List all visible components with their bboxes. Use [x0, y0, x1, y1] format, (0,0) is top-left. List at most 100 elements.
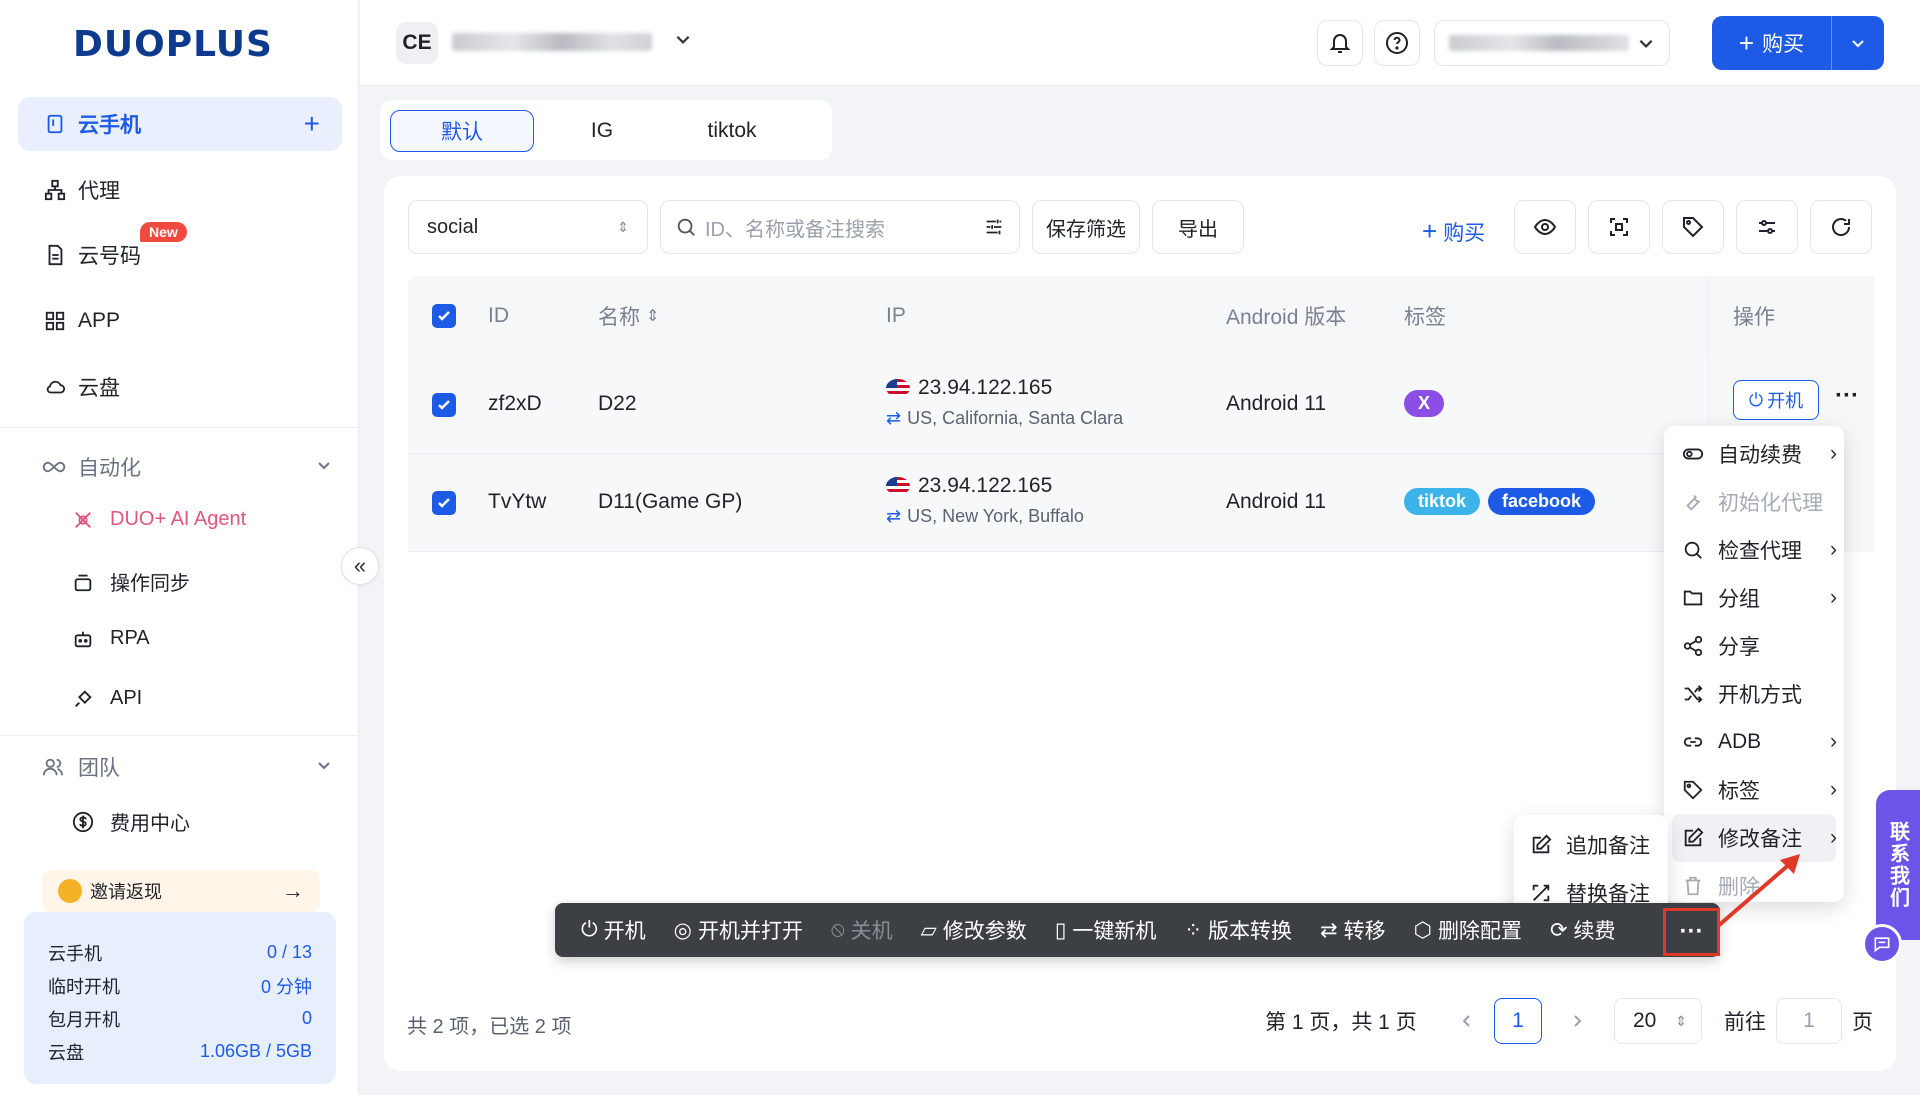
bulk-action-bar: ⏻ 开机 ◎ 开机并打开 ⦸ 关机 ▱ 修改参数 ▯ 一键新机 ⁘ 版本转换 ⇄ 转移 ⬡ 删除…	[555, 903, 1720, 957]
sidebar-item-billing[interactable]: 费用中心	[72, 807, 190, 836]
help-button[interactable]	[1374, 20, 1420, 66]
sidebar-item-proxy[interactable]: 代理	[18, 163, 342, 217]
sidebar-item-api[interactable]: API	[72, 687, 142, 710]
refresh-button[interactable]	[1810, 200, 1872, 254]
group-automation[interactable]: 自动化	[42, 452, 332, 482]
table-row[interactable]: zf2xD D22 23.94.122.165 ⇄ US, California,…	[408, 356, 1874, 454]
chevron-down-icon	[316, 755, 332, 779]
sidebar-item-cloud-phone[interactable]: 云手机 +	[18, 97, 342, 151]
menu-item-auto-renew[interactable]: 自动续费 ›	[1682, 434, 1837, 474]
sidebar-item-label: 费用中心	[110, 813, 190, 835]
page-size-select[interactable]: 20 ⇕	[1614, 998, 1702, 1044]
menu-item-adb[interactable]: ADB ›	[1682, 722, 1837, 762]
group-label: 团队	[78, 757, 120, 780]
sidebar-item-cloud-disk[interactable]: 云盘	[18, 360, 342, 414]
export-button[interactable]: 导出	[1152, 200, 1244, 254]
prev-page-button[interactable]	[1444, 998, 1490, 1044]
infinity-icon	[42, 456, 68, 478]
menu-item-init-proxy[interactable]: 初始化代理	[1682, 482, 1823, 522]
page-number-current[interactable]: 1	[1494, 998, 1542, 1044]
chat-icon[interactable]	[1862, 924, 1902, 964]
menu-item-share[interactable]: 分享	[1682, 626, 1760, 666]
link-icon	[1682, 731, 1708, 753]
col-tags: 标签	[1404, 306, 1446, 329]
tag-badge: facebook	[1488, 488, 1596, 515]
tag-list: tiktok facebook	[1404, 488, 1603, 515]
bulk-renew-button[interactable]: ⟳ 续费	[1550, 915, 1616, 945]
menu-item-tags[interactable]: 标签 ›	[1682, 770, 1837, 810]
visibility-button[interactable]	[1514, 200, 1576, 254]
users-icon	[42, 756, 68, 778]
new-badge: New	[140, 222, 187, 242]
device-name: D22	[598, 392, 637, 415]
next-page-button[interactable]	[1554, 998, 1600, 1044]
tab-tiktok[interactable]: tiktok	[670, 110, 794, 152]
toolbar-buy-link[interactable]: + 购买	[1422, 216, 1485, 247]
row-checkbox[interactable]	[432, 393, 456, 417]
bulk-power-on-button[interactable]: ⏻ 开机	[581, 915, 646, 945]
transfer-icon: ⇄	[1319, 918, 1338, 942]
chevron-right-icon: ›	[1830, 778, 1837, 801]
duoplus-logo[interactable]: DUOPLUS	[73, 24, 273, 65]
bulk-version-convert-button[interactable]: ⁘ 版本转换	[1184, 915, 1292, 945]
col-android-version: Android 版本	[1226, 306, 1347, 329]
row-more-button[interactable]: ···	[1835, 382, 1859, 410]
buy-dropdown-toggle[interactable]	[1832, 35, 1884, 51]
col-name[interactable]: 名称 ⇕	[598, 276, 659, 356]
tab-ig[interactable]: IG	[550, 110, 654, 152]
tag-button[interactable]	[1662, 200, 1724, 254]
swap-icon: ⇄	[886, 506, 902, 526]
sidebar-item-app[interactable]: APP	[18, 294, 342, 348]
menu-item-boot-mode[interactable]: 开机方式	[1682, 674, 1802, 714]
table-row[interactable]: TvYtw D11(Game GP) 23.94.122.165 ⇄ US, Ne…	[408, 454, 1874, 552]
sidebar-item-op-sync[interactable]: 操作同步	[72, 567, 190, 596]
menu-item-check-proxy[interactable]: 检查代理 ›	[1682, 530, 1837, 570]
contact-us-tab[interactable]: 联系我们	[1876, 790, 1920, 940]
save-filter-button[interactable]: 保存筛选	[1032, 200, 1140, 254]
goto-page-input[interactable]: 1	[1776, 998, 1842, 1044]
folder-icon	[1682, 587, 1708, 609]
cloud-icon	[42, 374, 68, 400]
search-icon	[1682, 539, 1708, 561]
header: CE + 购买	[360, 0, 1920, 86]
plus-icon: +	[1422, 216, 1438, 246]
chevron-down-icon[interactable]	[674, 30, 692, 54]
menu-item-group[interactable]: 分组 ›	[1682, 578, 1837, 618]
annotation-arrow	[1716, 854, 1800, 928]
power-circle-icon: ◎	[673, 918, 692, 942]
bell-button[interactable]	[1317, 20, 1363, 66]
bulk-new-device-button[interactable]: ▯ 一键新机	[1055, 915, 1157, 945]
sidebar-item-rpa[interactable]: RPA	[72, 627, 150, 650]
workspace-avatar[interactable]: CE	[396, 22, 438, 64]
bulk-modify-params-button[interactable]: ▱ 修改参数	[921, 915, 1027, 945]
tab-default[interactable]: 默认	[390, 110, 534, 152]
buy-main[interactable]: + 购买	[1712, 16, 1832, 70]
tag-icon	[1682, 779, 1708, 801]
account-name-redacted	[1449, 35, 1629, 51]
buy-button[interactable]: + 购买	[1712, 16, 1884, 70]
screenshot-button[interactable]	[1588, 200, 1650, 254]
cube-icon: ⬡	[1413, 918, 1432, 942]
group-team[interactable]: 团队	[42, 752, 332, 782]
power-on-button[interactable]: ⏻ 开机	[1733, 380, 1819, 420]
bulk-power-off-button[interactable]: ⦸ 关机	[831, 915, 893, 945]
bulk-power-on-open-button[interactable]: ◎ 开机并打开	[674, 915, 803, 945]
sidebar-item-cloud-number[interactable]: 云号码 New	[18, 222, 342, 282]
row-checkbox[interactable]	[432, 491, 456, 515]
invite-banner[interactable]: 邀请返现 →	[42, 870, 320, 912]
add-icon[interactable]: +	[304, 108, 320, 140]
sliders-icon	[1759, 220, 1775, 234]
more-actions-menu: 自动续费 › 初始化代理 检查代理 › 分组 › 分享 开机方式 ADB › 标签 › 修…	[1664, 426, 1844, 902]
android-version: Android 11	[1226, 490, 1327, 513]
account-dropdown[interactable]	[1434, 20, 1670, 66]
columns-settings-button[interactable]	[1736, 200, 1798, 254]
collapse-sidebar-button[interactable]: «	[341, 547, 379, 585]
folder-edit-icon: ▱	[920, 918, 937, 942]
menu-item-append-note[interactable]: 追加备注	[1530, 825, 1650, 865]
search-input[interactable]: ID、名称或备注搜索	[660, 200, 1020, 254]
bulk-delete-config-button[interactable]: ⬡ 删除配置	[1414, 915, 1522, 945]
sidebar-item-ai-agent[interactable]: DUO+ AI Agent	[72, 508, 246, 531]
bulk-transfer-button[interactable]: ⇄ 转移	[1320, 915, 1386, 945]
select-all-checkbox[interactable]	[432, 304, 456, 328]
group-select[interactable]: social ⇕	[408, 200, 648, 254]
